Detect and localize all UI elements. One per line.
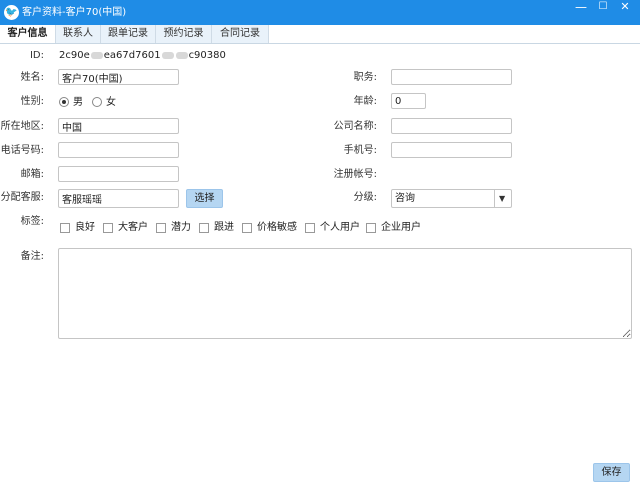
mobile-input[interactable]	[391, 142, 512, 158]
tag-checkbox-good[interactable]	[60, 223, 70, 233]
gender-female-label: 女	[106, 97, 116, 108]
phone-input[interactable]	[58, 142, 179, 158]
email-label: 邮箱:	[20, 169, 44, 180]
company-label: 公司名称:	[333, 121, 377, 132]
tag-checkbox-potential[interactable]	[156, 223, 166, 233]
tag-checkbox-big-customer[interactable]	[103, 223, 113, 233]
tag-label-good: 良好	[75, 222, 95, 233]
mobile-label: 手机号:	[343, 145, 377, 156]
gender-male-label: 男	[73, 97, 83, 108]
tag-label-price-sensitive: 价格敏感	[257, 222, 297, 233]
phone-label: 电话号码:	[0, 145, 44, 156]
gender-female-radio[interactable]	[92, 97, 102, 107]
tab-contract-records[interactable]: 合同记录	[212, 25, 269, 43]
id-value-mid: ea67d7601	[103, 50, 161, 61]
notes-label: 备注:	[20, 251, 44, 262]
close-button[interactable]: ✕	[612, 0, 638, 18]
position-label: 职务:	[353, 72, 377, 83]
tab-followup-records[interactable]: 跟单记录	[101, 25, 156, 43]
title-bar: 🐦 客户资料-客户70(中国) — ☐ ✕	[0, 0, 640, 25]
region-label: 所在地区:	[0, 121, 44, 132]
tab-contacts[interactable]: 联系人	[56, 25, 101, 43]
chevron-down-icon[interactable]: ▼	[499, 191, 505, 206]
tab-appointment-records[interactable]: 预约记录	[156, 25, 212, 43]
tag-label-enterprise-user: 企业用户	[381, 222, 421, 233]
tag-label-followup: 跟进	[214, 222, 234, 233]
radio-selected-dot	[62, 100, 66, 104]
tag-checkbox-individual-user[interactable]	[305, 223, 315, 233]
redacted-mark	[175, 51, 188, 59]
id-label: ID:	[29, 50, 44, 61]
tab-bar: 客户信息 联系人 跟单记录 预约记录 合同记录	[0, 25, 640, 44]
region-input[interactable]	[58, 118, 179, 134]
select-service-button[interactable]: 选择	[186, 189, 223, 208]
age-label: 年龄:	[353, 96, 377, 107]
id-value-start: 2c90e	[59, 50, 90, 61]
save-button[interactable]: 保存	[593, 463, 630, 482]
id-value: 2c90e ea67d7601 c90380	[59, 50, 226, 62]
position-input[interactable]	[391, 69, 512, 85]
tag-label-big-customer: 大客户	[118, 222, 148, 233]
grade-select[interactable]: 咨询 ▼	[391, 189, 512, 208]
tag-checkbox-followup[interactable]	[199, 223, 209, 233]
id-value-end: c90380	[188, 50, 226, 61]
tag-checkbox-price-sensitive[interactable]	[242, 223, 252, 233]
tag-checkbox-enterprise-user[interactable]	[366, 223, 376, 233]
tags-label: 标签:	[20, 216, 44, 227]
register-account-label: 注册帐号:	[333, 169, 377, 180]
grade-selected-value: 咨询	[395, 193, 415, 204]
assign-service-input[interactable]	[58, 189, 179, 208]
select-divider	[494, 190, 495, 207]
gender-label: 性别:	[20, 96, 44, 107]
notes-textarea[interactable]	[58, 248, 632, 339]
tag-label-potential: 潜力	[171, 222, 191, 233]
name-label: 姓名:	[20, 72, 44, 83]
bird-logo-icon: 🐦	[4, 5, 19, 20]
redacted-mark	[161, 51, 174, 59]
assign-service-label: 分配客服:	[0, 192, 44, 203]
tab-customer-info[interactable]: 客户信息	[0, 25, 56, 43]
email-input[interactable]	[58, 166, 179, 182]
redacted-mark	[90, 51, 103, 59]
tag-label-individual-user: 个人用户	[320, 222, 360, 233]
age-input[interactable]	[391, 93, 426, 109]
gender-male-radio[interactable]	[59, 97, 69, 107]
company-input[interactable]	[391, 118, 512, 134]
name-input[interactable]	[58, 69, 179, 85]
grade-label: 分级:	[353, 192, 377, 203]
window-title: 客户资料-客户70(中国)	[22, 7, 127, 18]
